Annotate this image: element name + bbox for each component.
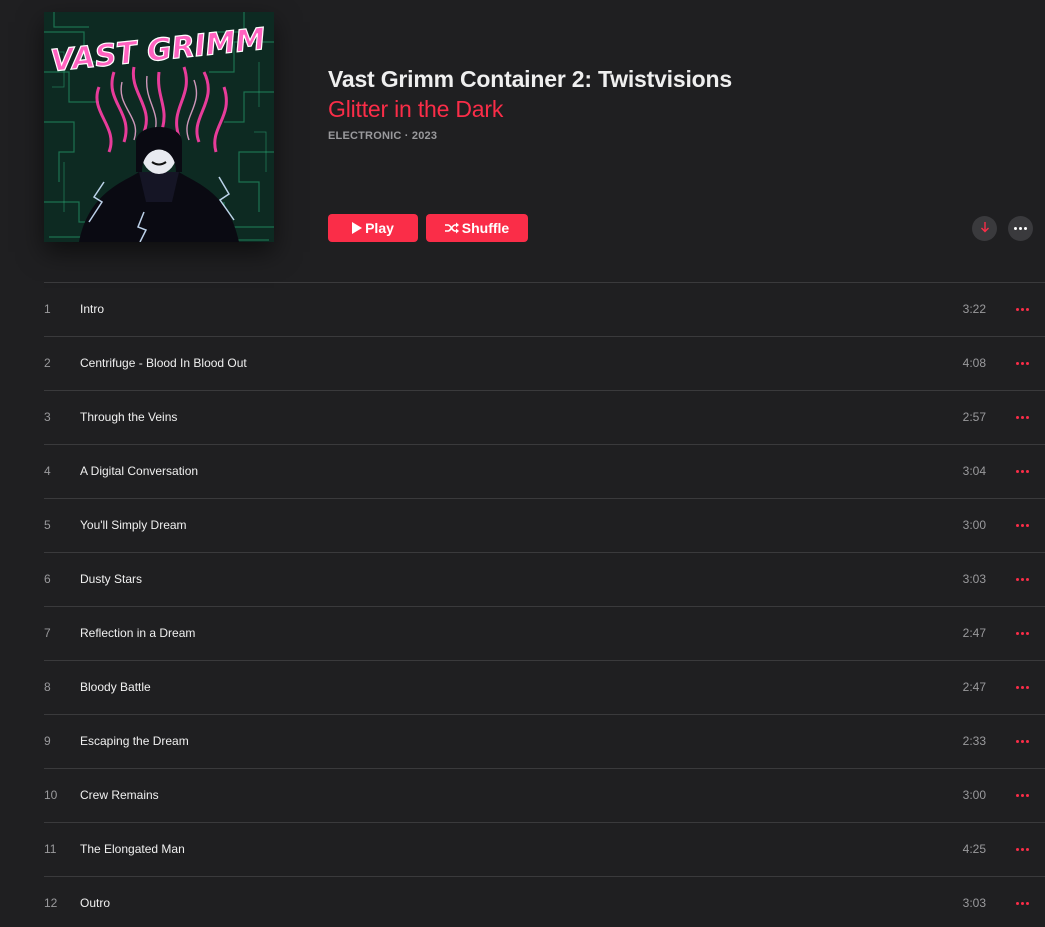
track-number: 8	[44, 680, 51, 694]
track-more-icon[interactable]	[1014, 465, 1030, 477]
track-title[interactable]: The Elongated Man	[80, 842, 185, 856]
album-title: Vast Grimm Container 2: Twistvisions	[328, 66, 732, 92]
track-title[interactable]: Through the Veins	[80, 410, 177, 424]
track-number: 7	[44, 626, 51, 640]
track-row[interactable]: 5 You'll Simply Dream 3:00	[44, 498, 1045, 552]
track-row[interactable]: 8 Bloody Battle 2:47	[44, 660, 1045, 714]
track-duration: 2:47	[962, 626, 986, 640]
track-row[interactable]: 9 Escaping the Dream 2:33	[44, 714, 1045, 768]
track-number: 6	[44, 572, 51, 586]
track-title[interactable]: Bloody Battle	[80, 680, 151, 694]
track-row[interactable]: 1 Intro 3:22	[44, 282, 1045, 336]
track-duration: 2:57	[962, 410, 986, 424]
track-number: 11	[44, 842, 57, 856]
track-row[interactable]: 7 Reflection in a Dream 2:47	[44, 606, 1045, 660]
track-more-icon[interactable]	[1014, 627, 1030, 639]
track-title[interactable]: Centrifuge - Blood In Blood Out	[80, 356, 247, 370]
track-duration: 3:03	[962, 572, 986, 586]
track-duration: 4:08	[962, 356, 986, 370]
track-row[interactable]: 4 A Digital Conversation 3:04	[44, 444, 1045, 498]
track-number: 2	[44, 356, 51, 370]
album-cover-art: VAST GRIMM	[44, 12, 274, 242]
track-number: 5	[44, 518, 51, 532]
track-row[interactable]: 3 Through the Veins 2:57	[44, 390, 1045, 444]
album-more-button[interactable]	[1008, 216, 1033, 241]
track-more-icon[interactable]	[1014, 573, 1030, 585]
track-duration: 4:25	[962, 842, 986, 856]
track-duration: 2:47	[962, 680, 986, 694]
shuffle-icon	[444, 222, 459, 234]
track-duration: 3:04	[962, 464, 986, 478]
track-more-icon[interactable]	[1014, 519, 1030, 531]
track-more-icon[interactable]	[1014, 897, 1030, 909]
track-title[interactable]: Dusty Stars	[80, 572, 142, 586]
track-duration: 3:00	[962, 788, 986, 802]
track-more-icon[interactable]	[1014, 681, 1030, 693]
album-artist-link[interactable]: Glitter in the Dark	[328, 96, 503, 123]
play-button[interactable]: Play	[328, 214, 418, 242]
play-icon	[352, 222, 363, 234]
track-number: 4	[44, 464, 51, 478]
track-title[interactable]: Crew Remains	[80, 788, 159, 802]
track-row[interactable]: 11 The Elongated Man 4:25	[44, 822, 1045, 876]
track-title[interactable]: Reflection in a Dream	[80, 626, 195, 640]
track-more-icon[interactable]	[1014, 411, 1030, 423]
track-more-icon[interactable]	[1014, 843, 1030, 855]
track-title[interactable]: Intro	[80, 302, 104, 316]
track-more-icon[interactable]	[1014, 789, 1030, 801]
track-number: 10	[44, 788, 58, 802]
track-title[interactable]: You'll Simply Dream	[80, 518, 187, 532]
track-list: 1 Intro 3:22 2 Centrifuge - Blood In Blood O…	[44, 282, 1045, 927]
track-duration: 3:00	[962, 518, 986, 532]
track-more-icon[interactable]	[1014, 357, 1030, 369]
download-button[interactable]	[972, 216, 997, 241]
track-more-icon[interactable]	[1014, 735, 1030, 747]
track-title[interactable]: A Digital Conversation	[80, 464, 198, 478]
track-number: 9	[44, 734, 51, 748]
track-row[interactable]: 12 Outro 3:03	[44, 876, 1045, 927]
track-row[interactable]: 2 Centrifuge - Blood In Blood Out 4:08	[44, 336, 1045, 390]
track-title[interactable]: Escaping the Dream	[80, 734, 189, 748]
album-page: VAST GRIMM Vast Grimm Container 2: Twist…	[0, 0, 1045, 927]
track-duration: 2:33	[962, 734, 986, 748]
track-duration: 3:22	[962, 302, 986, 316]
track-number: 3	[44, 410, 51, 424]
track-row[interactable]: 6 Dusty Stars 3:03	[44, 552, 1045, 606]
track-number: 12	[44, 896, 58, 910]
track-title[interactable]: Outro	[80, 896, 110, 910]
track-duration: 3:03	[962, 896, 986, 910]
play-button-label: Play	[365, 220, 394, 236]
track-more-icon[interactable]	[1014, 303, 1030, 315]
shuffle-button[interactable]: Shuffle	[426, 214, 528, 242]
album-meta: ELECTRONIC · 2023	[328, 130, 438, 142]
download-arrow-icon	[980, 220, 990, 238]
track-row[interactable]: 10 Crew Remains 3:00	[44, 768, 1045, 822]
track-number: 1	[44, 302, 51, 316]
shuffle-button-label: Shuffle	[461, 220, 510, 236]
more-ellipsis-icon	[1013, 223, 1029, 235]
